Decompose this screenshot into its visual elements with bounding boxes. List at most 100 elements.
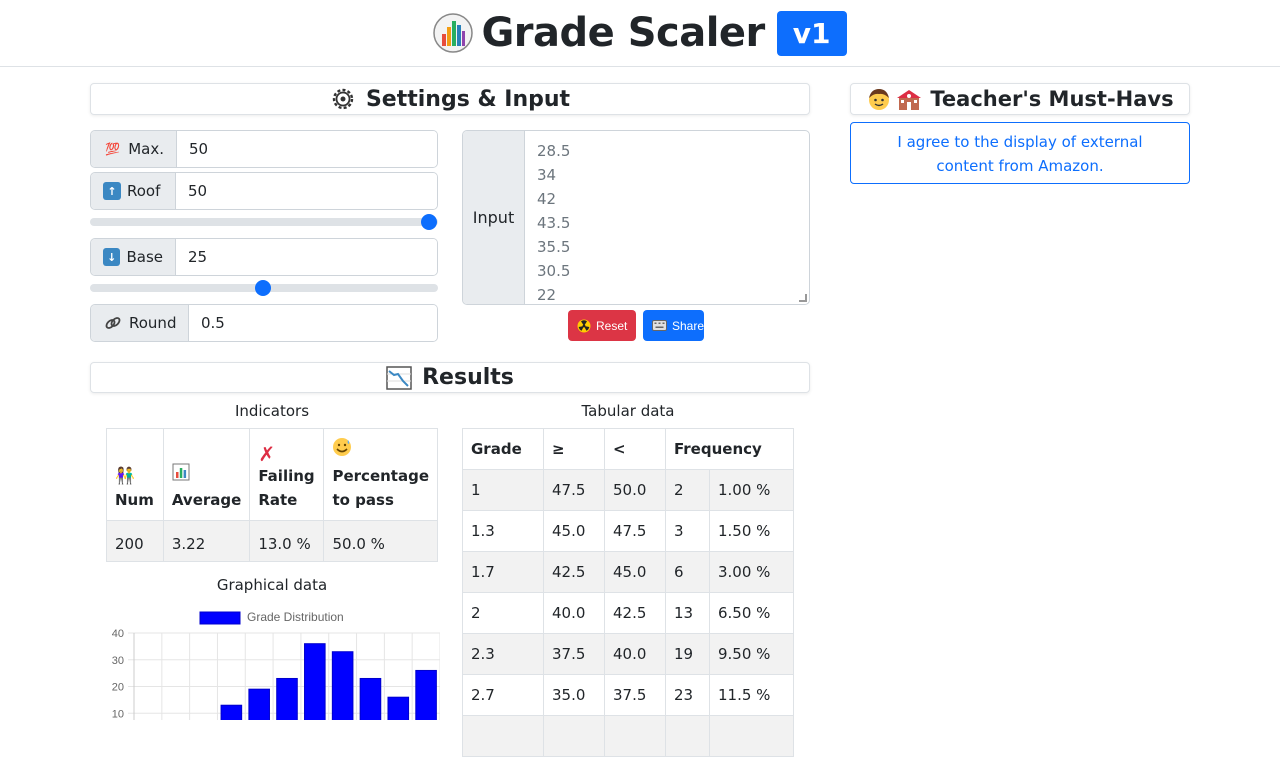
roof-slider[interactable] — [90, 214, 438, 230]
roof-slider-thumb[interactable] — [421, 214, 437, 230]
keyboard-icon — [652, 320, 667, 331]
chart-bar — [304, 643, 326, 720]
indicators-table: 👫 Num Average ✗ Failing Rate Percentage … — [106, 428, 438, 562]
amazon-consent-button[interactable]: I agree to the display of external conte… — [850, 122, 1190, 184]
chart-bar — [331, 651, 354, 720]
table-row: 2.7 35.0 37.5 23 11.5 % — [462, 674, 794, 716]
grade-value: 42 — [537, 190, 557, 208]
grade-cell: 2.3 — [462, 633, 544, 675]
percent-cell: 1.00 % — [709, 469, 794, 511]
gte-cell: 40.0 — [543, 592, 605, 634]
round-input[interactable] — [189, 305, 437, 341]
base-input[interactable] — [176, 239, 437, 275]
base-input-group: ↓ Base — [90, 238, 438, 276]
indicators-title: Indicators — [234, 402, 310, 420]
lt-cell: 45.0 — [604, 551, 666, 593]
settings-title-text: Settings & Input — [365, 86, 571, 112]
roof-input[interactable] — [176, 173, 437, 209]
round-input-group: Round — [90, 304, 438, 342]
reset-button[interactable]: Reset — [568, 310, 637, 341]
arrow-up-icon: ↑ — [103, 182, 121, 200]
chart-decreasing-icon — [386, 365, 412, 390]
resize-handle[interactable] — [799, 294, 807, 302]
table-header-row: Grade ≥ < Frequency — [462, 428, 794, 470]
grade-header: Grade — [462, 428, 544, 470]
base-slider[interactable] — [90, 280, 438, 296]
grade-cell: 1.7 — [462, 551, 544, 593]
roof-input-group: ↑ Roof — [90, 172, 438, 210]
table-row: 2.3 37.5 40.0 19 9.50 % — [462, 633, 794, 675]
results-title-text: Results — [422, 365, 514, 390]
gear-icon — [330, 86, 356, 112]
failing-rate-header: ✗ Failing Rate — [249, 428, 325, 521]
header-text: Failing Rate — [258, 467, 315, 509]
grade-value: 28.5 — [537, 142, 571, 160]
table-row: 1.3 45.0 47.5 3 1.50 % — [462, 510, 794, 552]
arrow-down-icon: ↓ — [103, 248, 121, 266]
graph-title: Graphical data — [216, 576, 328, 594]
max-label: 💯 Max. — [91, 131, 177, 167]
settings-section-title: Settings & Input — [90, 83, 810, 115]
count-cell: 3 — [665, 510, 710, 552]
gte-cell: 42.5 — [543, 551, 605, 593]
count-cell: 13 — [665, 592, 710, 634]
max-input-group: 💯 Max. — [90, 130, 438, 168]
count-cell: 23 — [665, 674, 710, 716]
app-header: Grade Scaler v1 — [0, 0, 1280, 67]
max-input[interactable] — [177, 131, 437, 167]
share-label: Share — [672, 318, 705, 333]
results-section-title: Results — [90, 362, 810, 393]
chart-y-axis: 40 30 20 10 — [112, 628, 124, 720]
grade-value: 34 — [537, 166, 557, 184]
bar-chart-logo-icon — [433, 13, 474, 53]
grades-textarea[interactable]: 28.5 34 42 43.5 35.5 30.5 22 — [525, 131, 809, 304]
tabular-title: Tabular data — [581, 402, 675, 420]
grade-cell: 2.7 — [462, 674, 544, 716]
failing-rate-value: 13.0 % — [249, 520, 325, 562]
gte-cell: 37.5 — [543, 633, 605, 675]
lt-cell: 50.0 — [604, 469, 666, 511]
header-text: Num — [115, 491, 154, 509]
table-row — [462, 715, 794, 757]
table-row: 1.7 42.5 45.0 6 3.00 % — [462, 551, 794, 593]
grade-cell: 1 — [462, 469, 544, 511]
gte-cell: 45.0 — [543, 510, 605, 552]
y-tick-label: 10 — [112, 708, 124, 720]
app-title: Grade Scaler — [481, 10, 765, 56]
count-cell: 2 — [665, 469, 710, 511]
chart-bar — [387, 696, 410, 720]
version-badge: v1 — [776, 10, 847, 56]
grade-cell: 2 — [462, 592, 544, 634]
people-icon: 👫 — [115, 466, 135, 485]
chart-bar — [220, 704, 243, 720]
chart-bar — [359, 677, 382, 720]
max-label-text: Max. — [128, 140, 164, 158]
average-header: Average — [162, 428, 251, 521]
percent-cell: 9.50 % — [709, 633, 794, 675]
header-text: Average — [171, 491, 242, 509]
round-label: Round — [91, 305, 189, 341]
percent-cell: 11.5 % — [709, 674, 794, 716]
cross-mark-icon: ✗ — [258, 442, 276, 466]
round-label-text: Round — [129, 314, 177, 332]
header-text: Percentage to pass — [332, 467, 429, 509]
table-row: 200 3.22 13.0 % 50.0 % — [106, 520, 438, 562]
lt-cell: 47.5 — [604, 510, 666, 552]
grade-cell: 1.3 — [462, 510, 544, 552]
gte-cell: 35.0 — [543, 674, 605, 716]
sidebar-title-text: Teacher's Must-Havs — [930, 87, 1174, 111]
table-row: 2 40.0 42.5 13 6.50 % — [462, 592, 794, 634]
grade-value: 22 — [537, 286, 557, 304]
percent-cell: 6.50 % — [709, 592, 794, 634]
tabular-table: Grade ≥ < Frequency 1 47.5 50.0 2 1.00 %… — [462, 428, 794, 757]
share-button[interactable]: Share — [643, 310, 704, 341]
bar-chart-icon — [172, 463, 241, 488]
sweat-smile-icon — [332, 437, 429, 464]
base-slider-thumb[interactable] — [255, 280, 271, 296]
count-cell: 19 — [665, 633, 710, 675]
roof-label-text: Roof — [127, 182, 161, 200]
input-label: Input — [463, 131, 525, 304]
legend-swatch — [199, 611, 241, 625]
chart-bar — [276, 677, 298, 720]
chart-bar — [248, 688, 270, 720]
